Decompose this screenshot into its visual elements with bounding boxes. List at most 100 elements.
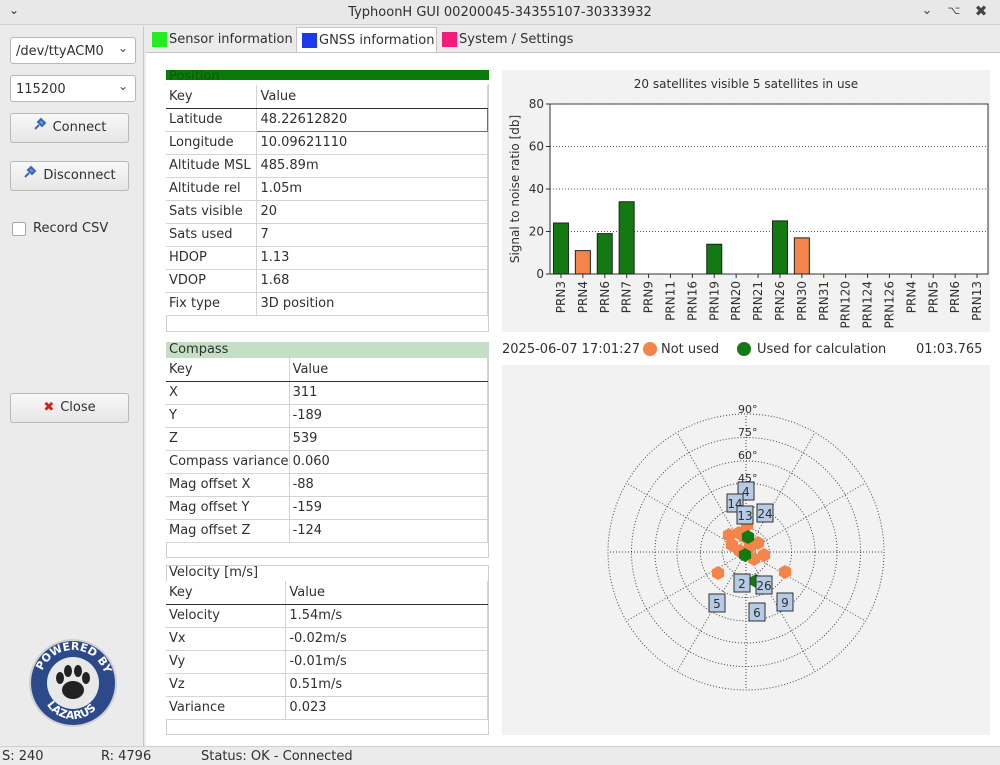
sidebar: /dev/ttyACM0 ⌄ 115200 ⌄ Connect Disconne… — [0, 26, 144, 746]
value-cell: 48.22612820 — [256, 107, 488, 132]
datetime-label: 2025-06-07 17:01:27 — [502, 342, 641, 357]
table-row[interactable]: Longitude 10.09621110 — [166, 131, 488, 155]
used-dot-icon — [736, 341, 752, 361]
elevation-label: 75° — [738, 426, 758, 439]
table-row[interactable]: Altitude rel 1.05m — [166, 177, 488, 201]
key-cell: Compass variance — [166, 450, 290, 474]
snr-bar — [816, 273, 832, 274]
table-row[interactable]: Z 539 — [166, 427, 489, 451]
table-row[interactable]: Sats used 7 — [166, 223, 488, 247]
velocity-title: Velocity [m/s] — [169, 565, 259, 580]
value-cell: 1.54m/s — [285, 604, 488, 628]
value-cell: 311 — [289, 381, 489, 405]
snr-bar — [574, 250, 591, 275]
tab-color-swatch — [152, 32, 167, 47]
y-tick-label: 40 — [529, 182, 544, 196]
snr-bar — [596, 233, 613, 275]
table-row[interactable]: Velocity 1.54m/s — [166, 604, 488, 628]
x-tick-label: PRN124 — [861, 281, 875, 328]
key-cell: Fix type — [166, 292, 258, 316]
key-cell: HDOP — [166, 246, 258, 270]
skyplot-legend: 2025-06-07 17:01:27 Not used Used for ca… — [502, 340, 990, 360]
snr-bar — [728, 273, 744, 274]
key-cell: Vz — [166, 673, 287, 697]
not-used-dot-icon — [642, 341, 658, 361]
table-row[interactable]: Vy -0.01m/s — [166, 650, 488, 674]
table-row[interactable]: X 311 — [166, 381, 489, 405]
tab-gnss-information[interactable]: GNSS information — [296, 27, 437, 52]
x-tick-label: PRN9 — [642, 281, 656, 313]
chart-title: 20 satellites visible 5 satellites in us… — [634, 77, 858, 91]
snr-bar — [925, 273, 941, 274]
key-cell: Sats used — [166, 223, 258, 247]
y-axis-label: Signal to noise ratio [db] — [508, 115, 522, 263]
key-cell: Key — [166, 581, 287, 605]
close-label: Close — [60, 400, 96, 415]
snr-bar — [881, 273, 897, 274]
table-row[interactable]: Sats visible 20 — [166, 200, 488, 224]
not-used-label: Not used — [661, 342, 720, 357]
table-row[interactable]: Compass variance 0.060 — [166, 450, 489, 474]
snr-bar — [771, 220, 788, 275]
table-row[interactable]: Fix type 3D position — [166, 292, 488, 316]
minimize-icon[interactable]: ⌄ — [918, 2, 936, 20]
status-s: S: 240 — [2, 749, 44, 764]
table-row[interactable]: HDOP 1.13 — [166, 246, 488, 270]
satellite-label: 26 — [755, 575, 773, 595]
table-row[interactable]: Vx -0.02m/s — [166, 627, 488, 651]
snr-bar — [662, 273, 678, 274]
snr-bar — [860, 273, 876, 274]
x-tick-label: PRN5 — [926, 281, 940, 313]
disconnect-button[interactable]: Disconnect — [10, 161, 129, 191]
value-cell: 539 — [289, 427, 489, 451]
table-row[interactable]: Y -189 — [166, 404, 489, 428]
value-cell: 1.05m — [256, 177, 488, 201]
key-cell: Mag offset Z — [166, 519, 290, 543]
tab-label: GNSS information — [319, 33, 435, 48]
connect-label: Connect — [52, 120, 107, 135]
close-window-icon[interactable]: ✖ — [972, 2, 990, 20]
table-row[interactable]: Mag offset X -88 — [166, 473, 489, 497]
close-x-icon: ✖ — [43, 400, 55, 415]
table-row[interactable]: Latitude 48.22612820 — [166, 107, 488, 132]
y-tick-label: 20 — [529, 225, 544, 239]
chevron-down-icon: ⌄ — [117, 79, 128, 93]
table-row[interactable]: Altitude MSL 485.89m — [166, 154, 488, 178]
value-cell: 0.51m/s — [285, 673, 488, 697]
record-csv-checkbox[interactable] — [12, 222, 26, 236]
table-header[interactable]: Key Value — [166, 358, 489, 382]
tab-sensor-information[interactable]: Sensor information — [147, 27, 295, 52]
status-text: Status: OK - Connected — [201, 749, 353, 764]
key-cell: Mag offset Y — [166, 496, 290, 520]
port-select[interactable]: /dev/ttyACM0 ⌄ — [10, 37, 136, 64]
connect-button[interactable]: Connect — [10, 113, 129, 143]
snr-bar — [969, 273, 985, 274]
position-group: Position Key Value Latitude 48.22612820 Long… — [166, 70, 490, 332]
chevron-down-icon: ⌄ — [117, 41, 128, 55]
table-row[interactable]: Vz 0.51m/s — [166, 673, 488, 697]
x-tick-label: PRN16 — [685, 281, 699, 321]
value-cell: -124 — [289, 519, 489, 543]
x-tick-label: PRN31 — [817, 281, 831, 321]
baud-select[interactable]: 115200 ⌄ — [10, 75, 136, 102]
tab-color-swatch — [302, 33, 317, 48]
table-row[interactable]: Mag offset Y -159 — [166, 496, 489, 520]
table-header[interactable]: Key Value — [166, 581, 488, 605]
value-cell: Value — [256, 85, 488, 109]
x-tick-label: PRN6 — [598, 281, 612, 313]
elevation-label: 90° — [738, 403, 758, 416]
key-cell: Vx — [166, 627, 287, 651]
table-header[interactable]: Key Value — [166, 85, 488, 109]
key-cell: Z — [166, 427, 290, 451]
key-cell: Variance — [166, 696, 287, 720]
close-button[interactable]: ✖ Close — [10, 393, 129, 423]
x-tick-label: PRN21 — [751, 281, 765, 321]
x-tick-label: PRN11 — [663, 281, 677, 321]
table-row[interactable]: VDOP 1.68 — [166, 269, 488, 293]
table-row[interactable]: Mag offset Z -124 — [166, 519, 489, 543]
table-row[interactable]: Variance 0.023 — [166, 696, 488, 720]
value-cell: 20 — [256, 200, 488, 224]
tab-system-settings[interactable]: System / Settings — [437, 27, 575, 52]
restore-icon[interactable]: ⌥ — [945, 2, 963, 20]
value-cell: -189 — [289, 404, 489, 428]
